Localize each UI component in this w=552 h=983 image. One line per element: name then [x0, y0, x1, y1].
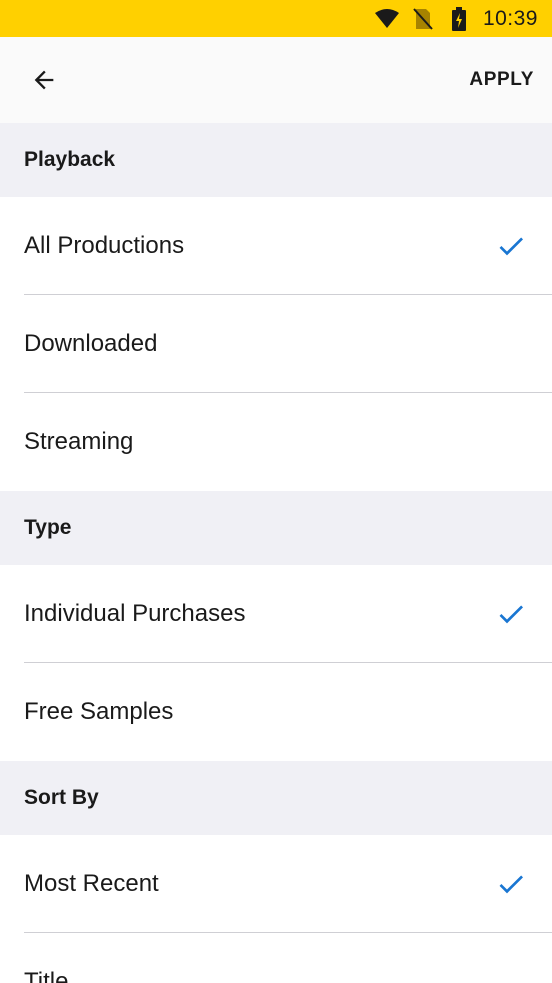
option-label: All Productions [24, 232, 185, 259]
option-label: Downloaded [24, 330, 158, 357]
option-free-samples[interactable]: Free Samples [0, 663, 552, 761]
check-icon [494, 597, 528, 631]
option-label: Streaming [24, 428, 134, 455]
section-header-type: Type [0, 491, 552, 565]
toolbar: APPLY [0, 37, 552, 123]
no-sim-icon [411, 7, 435, 31]
battery-charging-icon [447, 6, 471, 31]
option-label: Individual Purchases [24, 600, 246, 627]
option-individual-purchases[interactable]: Individual Purchases [0, 565, 552, 663]
check-icon [494, 229, 528, 263]
option-all-productions[interactable]: All Productions [0, 197, 552, 295]
check-icon [494, 867, 528, 901]
option-downloaded[interactable]: Downloaded [0, 295, 552, 393]
option-streaming[interactable]: Streaming [0, 393, 552, 491]
option-most-recent[interactable]: Most Recent [0, 835, 552, 933]
option-label: Most Recent [24, 870, 159, 897]
option-label: Title [24, 968, 69, 983]
option-label: Free Samples [24, 698, 174, 725]
section-header-sort-by: Sort By [0, 761, 552, 835]
apply-button[interactable]: APPLY [469, 69, 534, 91]
arrow-left-icon [34, 70, 54, 90]
status-bar: 10:39 [0, 0, 552, 37]
wifi-icon [374, 7, 399, 31]
back-button[interactable] [26, 62, 62, 98]
status-time: 10:39 [482, 6, 538, 30]
section-header-playback: Playback [0, 123, 552, 197]
option-title[interactable]: Title [0, 933, 552, 983]
